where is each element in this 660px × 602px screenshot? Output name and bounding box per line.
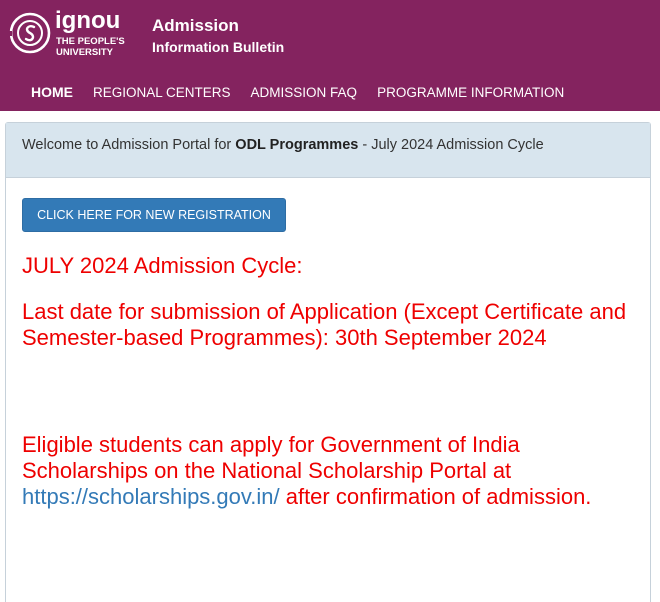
- welcome-programme: ODL Programmes: [235, 137, 359, 153]
- ignou-logo[interactable]: ignou THE PEOPLE'S UNIVERSITY: [5, 6, 155, 60]
- header-subtitle: Information Bulletin: [152, 39, 285, 55]
- scholarship-portal-link[interactable]: https://scholarships.gov.in/: [22, 484, 280, 509]
- nav-programme-information[interactable]: PROGRAMME INFORMATION: [377, 85, 564, 100]
- welcome-suffix: - July 2024 Admission Cycle: [358, 137, 544, 153]
- admission-panel: Welcome to Admission Portal for ODL Prog…: [5, 122, 651, 602]
- ignou-emblem-icon: [7, 12, 51, 54]
- nav-regional-centers[interactable]: REGIONAL CENTERS: [93, 85, 231, 100]
- last-date-notice: Last date for submission of Application …: [22, 299, 627, 350]
- welcome-prefix: Welcome to Admission Portal for: [22, 137, 236, 153]
- header-title: Admission: [152, 16, 239, 35]
- site-header: ignou THE PEOPLE'S UNIVERSITY Admission …: [0, 0, 660, 111]
- nav-home[interactable]: HOME: [31, 84, 73, 100]
- welcome-banner: Welcome to Admission Portal for ODL Prog…: [6, 123, 650, 178]
- new-registration-button[interactable]: CLICK HERE FOR NEW REGISTRATION: [22, 198, 286, 232]
- cycle-heading: JULY 2024 Admission Cycle:: [22, 253, 303, 278]
- logo-wordmark: ignou: [55, 7, 120, 34]
- scholarship-notice: Eligible students can apply for Governme…: [22, 432, 632, 510]
- nav-admission-faq[interactable]: ADMISSION FAQ: [251, 85, 358, 100]
- main-nav: HOME REGIONAL CENTERS ADMISSION FAQ PROG…: [0, 81, 564, 103]
- logo-line2: UNIVERSITY: [56, 47, 114, 58]
- logo-line1: THE PEOPLE'S: [56, 36, 125, 47]
- scholarship-suffix: after confirmation of admission.: [279, 484, 592, 509]
- scholarship-prefix: Eligible students can apply for Governme…: [22, 432, 520, 483]
